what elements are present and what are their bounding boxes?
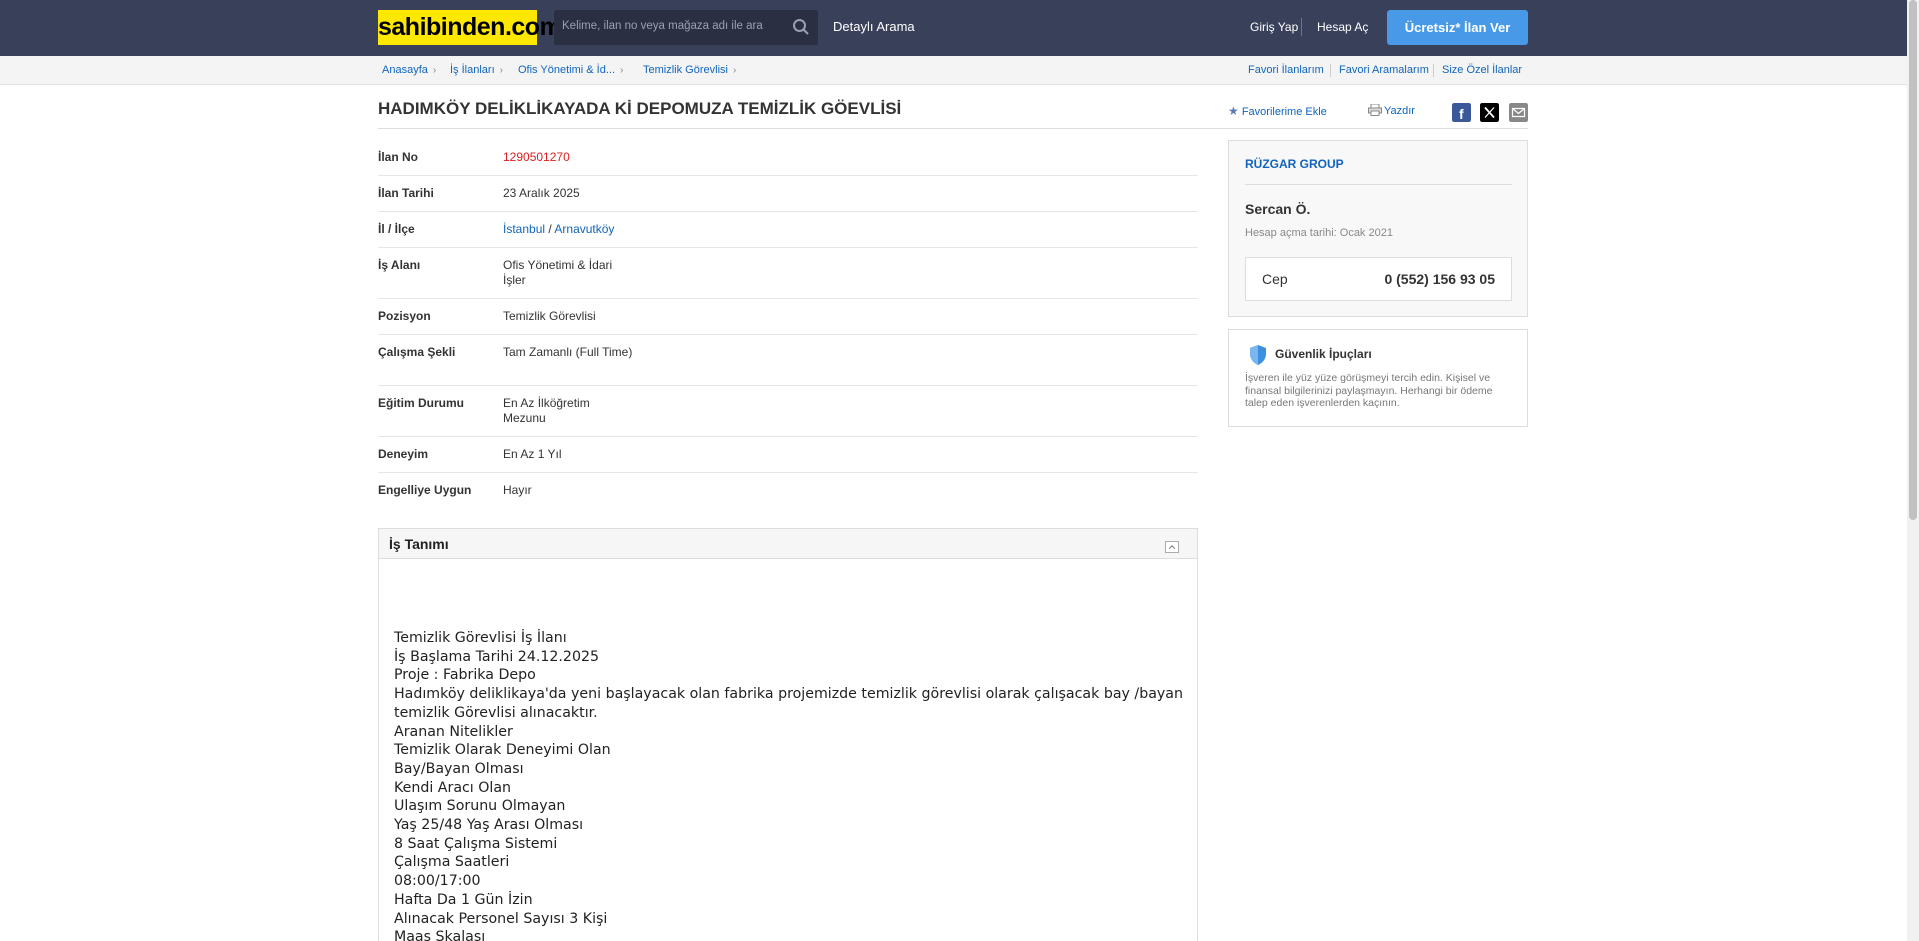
print-button[interactable]: Yazdır [1368,103,1415,117]
special-listings-link[interactable]: Size Özel İlanlar [1442,64,1522,76]
phone-box[interactable]: Cep 0 (552) 156 93 05 [1245,257,1512,301]
svg-text:f: f [1459,106,1464,122]
detail-row-location: İl / İlçe İstanbul / Arnavutköy [378,212,1198,248]
job-description-panel: İş Tanımı Temizlik Görevlisi İş İlanı İş… [378,528,1198,941]
detail-row-field: İş Alanı Ofis Yönetimi & İdari İşler [378,248,1198,299]
detail-row-education: Eğitim Durumu En Az İlköğretim Mezunu [378,386,1198,437]
search-input[interactable]: Kelime, ilan no veya mağaza adı ile ara [554,10,818,45]
breadcrumb-item[interactable]: İş İlanları › [450,64,503,76]
printer-icon [1368,103,1382,116]
detailed-search-link[interactable]: Detaylı Arama [833,19,915,34]
page-scrollbar[interactable] [1907,0,1919,941]
detail-row-position: Pozisyon Temizlik Görevlisi [378,299,1198,335]
ad-number: 1290501270 [503,150,570,164]
search-placeholder: Kelime, ilan no veya mağaza adı ile ara [562,20,763,32]
safety-tips-title: Güvenlik İpuçları [1275,347,1372,361]
shield-icon [1250,345,1266,365]
scrollbar-thumb[interactable] [1909,0,1917,520]
breadcrumb: Anasayfa › İş İlanları › Ofis Yönetimi & İ… [0,56,1907,85]
email-icon[interactable] [1509,103,1528,122]
store-name-link[interactable]: RÜZGAR GROUP [1245,157,1344,171]
collapse-icon[interactable] [1165,541,1179,553]
header-divider [1301,18,1302,36]
link-divider [1330,64,1331,77]
job-description-header: İş Tanımı [379,529,1197,559]
site-logo[interactable]: sahibinden.com [378,10,562,45]
register-link[interactable]: Hesap Aç [1317,20,1368,34]
seller-divider [1245,184,1512,185]
facebook-icon[interactable]: f [1452,103,1471,122]
detail-row-date: İlan Tarihi 23 Aralık 2025 [378,176,1198,212]
account-since: Hesap açma tarihi: Ocak 2021 [1245,227,1393,239]
post-ad-button[interactable]: Ücretsiz* İlan Ver [1387,10,1528,45]
add-favorite-button[interactable]: ★ Favorilerime Ekle [1228,104,1327,118]
city-link[interactable]: İstanbul [503,222,545,236]
detail-row-work-type: Çalışma Şekli Tam Zamanlı (Full Time) [378,335,1198,386]
seller-panel: RÜZGAR GROUP Sercan Ö. Hesap açma tarihi… [1228,140,1528,317]
phone-label: Cep [1262,271,1288,287]
login-link[interactable]: Giriş Yap [1250,20,1298,34]
district-link[interactable]: Arnavutköy [554,222,614,236]
safety-tips-text: İşveren ile yüz yüze görüşmeyi tercih ed… [1245,372,1493,409]
title-divider [378,128,1528,129]
favorite-searches-link[interactable]: Favori Aramalarım [1339,64,1429,76]
detail-row-disability: Engelliye Uygun Hayır [378,483,532,497]
seller-name: Sercan Ö. [1245,201,1311,217]
phone-number: 0 (552) 156 93 05 [1384,271,1495,287]
link-divider [1433,64,1434,77]
detail-row-experience: Deneyim En Az 1 Yıl [378,437,1198,473]
search-icon[interactable] [792,18,810,36]
job-description-text: Temizlik Görevlisi İş İlanı İş Başlama T… [394,630,1183,941]
favorite-listings-link[interactable]: Favori İlanlarım [1248,64,1324,76]
top-header: sahibinden.com Kelime, ilan no veya mağa… [0,0,1907,56]
job-description-title: İş Tanımı [389,536,449,552]
x-twitter-icon[interactable] [1480,103,1499,122]
safety-tips-panel: Güvenlik İpuçları İşveren ile yüz yüze g… [1228,329,1528,427]
breadcrumb-item[interactable]: Ofis Yönetimi & İd... › [518,64,623,76]
breadcrumb-item[interactable]: Anasayfa › [382,64,436,76]
detail-row-ad-no: İlan No 1290501270 [378,140,1198,176]
listing-title: HADIMKÖY DELİKLİKAYADA Kİ DEPOMUZA TEMİZ… [378,99,902,118]
star-icon: ★ [1228,104,1239,118]
breadcrumb-item[interactable]: Temizlik Görevlisi › [643,64,736,76]
